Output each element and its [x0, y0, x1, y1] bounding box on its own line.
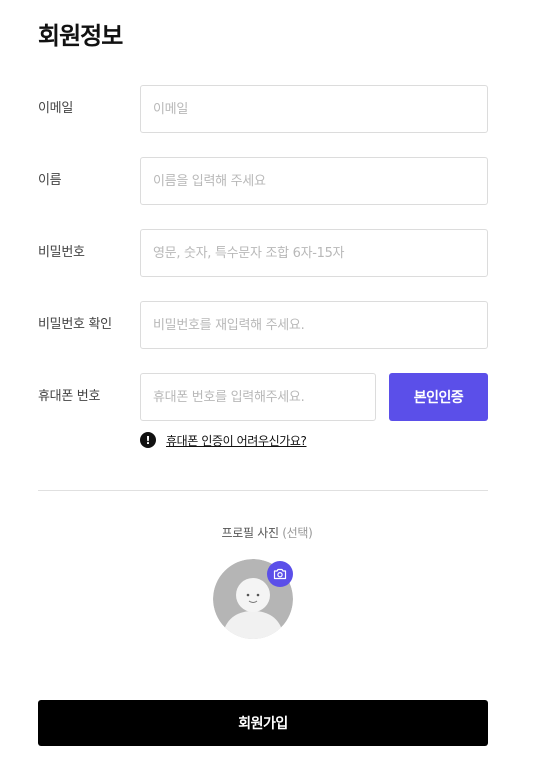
camera-icon — [273, 568, 287, 580]
profile-photo-label: 프로필 사진 (선택) — [0, 524, 534, 541]
phone-label: 휴대폰 번호 — [38, 389, 101, 404]
avatar-uploader[interactable] — [213, 559, 293, 639]
email-input[interactable] — [140, 85, 488, 133]
password-row: 비밀번호 — [38, 229, 488, 277]
name-input[interactable] — [140, 157, 488, 205]
page-title: 회원정보 — [38, 22, 123, 50]
name-row: 이름 — [38, 157, 488, 205]
password-input[interactable] — [140, 229, 488, 277]
phone-input[interactable] — [140, 373, 376, 421]
phone-help-link[interactable]: 휴대폰 인증이 어려우신가요? — [166, 432, 307, 449]
profile-photo-optional: (선택) — [282, 526, 313, 540]
email-row: 이메일 — [38, 85, 488, 133]
password-label: 비밀번호 — [38, 245, 85, 260]
profile-photo-title: 프로필 사진 — [221, 526, 280, 540]
signup-button[interactable]: 회원가입 — [38, 700, 488, 746]
email-label: 이메일 — [38, 101, 73, 116]
name-label: 이름 — [38, 173, 62, 188]
password-confirm-input[interactable] — [140, 301, 488, 349]
camera-button[interactable] — [267, 561, 293, 587]
verify-button[interactable]: 본인인증 — [389, 373, 488, 421]
alert-icon: ! — [140, 432, 156, 448]
phone-row: 휴대폰 번호 본인인증 — [38, 373, 488, 421]
divider — [38, 490, 488, 491]
phone-help: ! 휴대폰 인증이 어려우신가요? — [140, 431, 307, 449]
password-confirm-label: 비밀번호 확인 — [38, 317, 112, 332]
password-confirm-row: 비밀번호 확인 — [38, 301, 488, 349]
